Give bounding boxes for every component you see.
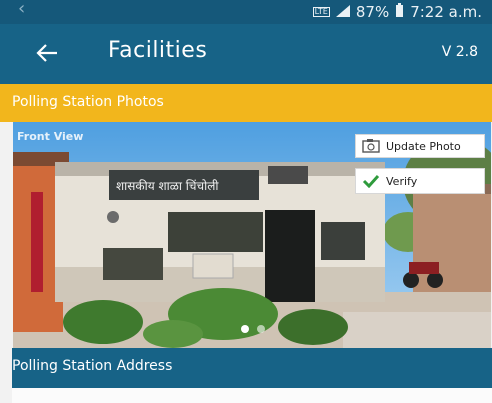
- network-type: LTE: [312, 7, 330, 17]
- verify-button[interactable]: Verify: [355, 168, 485, 194]
- battery-level: 87%: [355, 3, 390, 21]
- section-header-photos: Polling Station Photos: [0, 84, 492, 122]
- status-bar: ‹ LTE 87% 7:22 a.m.: [0, 0, 492, 24]
- battery-icon: [395, 3, 404, 21]
- section-header-address: Polling Station Address: [12, 348, 492, 388]
- photo-caption: Front View: [17, 130, 84, 143]
- section-title: Polling Station Photos: [12, 94, 164, 110]
- polling-station-photo[interactable]: शासकीय शाळा चिंचोली Front View Update Ph…: [13, 122, 491, 348]
- page-title: Facilities: [108, 38, 208, 63]
- arrow-left-icon[interactable]: [34, 40, 60, 66]
- address-content-area: [12, 388, 492, 403]
- photo-icon: [362, 139, 380, 153]
- app-bar: Facilities V 2.8: [0, 24, 492, 84]
- version-label: V 2.8: [441, 44, 478, 60]
- signal-icon: [335, 3, 350, 21]
- clock: 7:22 a.m.: [410, 3, 482, 21]
- check-icon: [362, 174, 380, 188]
- address-section-title: Polling Station Address: [12, 358, 173, 374]
- update-photo-button[interactable]: Update Photo: [355, 134, 485, 158]
- building-sign: शासकीय शाळा चिंचोली: [116, 179, 219, 193]
- status-icons: LTE 87% 7:22 a.m.: [312, 3, 482, 21]
- update-photo-label: Update Photo: [386, 139, 461, 153]
- ghost-back-icon: ‹: [18, 0, 26, 19]
- verify-label: Verify: [386, 174, 418, 188]
